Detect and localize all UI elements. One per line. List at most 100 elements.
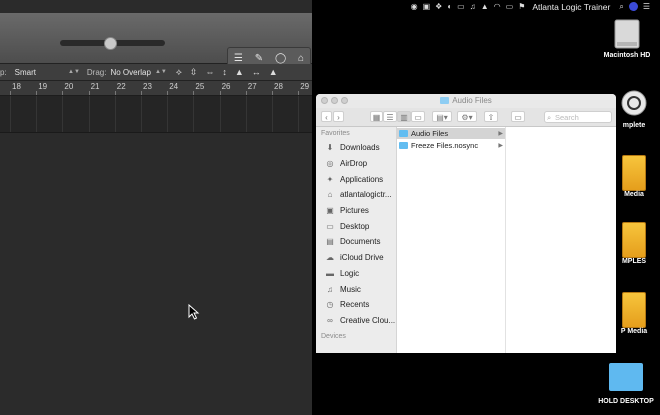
- finder-title-label: Audio Files: [452, 96, 492, 105]
- volume-icon: [621, 90, 647, 116]
- sidebar-item-label: Music: [340, 284, 361, 294]
- search-field[interactable]: ⌕ Search: [544, 111, 612, 123]
- desktop-item-hold-desktop[interactable]: HOLD DESKTOP: [594, 363, 658, 405]
- ruler-tick: [193, 91, 195, 95]
- user-badge-icon[interactable]: [628, 2, 638, 11]
- desktop-icon: ▭: [326, 221, 334, 231]
- airdrop-icon: ◎: [326, 159, 334, 169]
- sidebar-item[interactable]: ⬇ Downloads: [316, 140, 396, 156]
- ruler-tick: [62, 91, 64, 95]
- sidebar-item[interactable]: ✦ Applications: [316, 171, 396, 187]
- vertical-arrow-icon[interactable]: ↕: [222, 67, 227, 77]
- finder-sidebar: Favorites ⬇ Downloads ◎ AirDrop ✦ Application…: [316, 127, 397, 353]
- wifi-icon[interactable]: ◠: [494, 2, 501, 12]
- finder-window: Audio Files ‹ › ▦ ☰ ▥ ▭ ▤▾ ⚙▾ ⇧ ▭ ⌕ Sear…: [316, 94, 616, 353]
- creative-cloud-icon: ∞: [327, 315, 333, 325]
- snap-value[interactable]: Smart: [15, 68, 36, 77]
- search-icon[interactable]: ⌕: [619, 2, 623, 12]
- master-volume-knob[interactable]: [104, 37, 117, 50]
- screen-icon[interactable]: ▣: [423, 2, 431, 12]
- search-placeholder: Search: [555, 113, 579, 122]
- sidebar-item[interactable]: ∞ Creative Clou...: [316, 313, 396, 329]
- sidebar-item[interactable]: ⌂ atlantalogictr...: [316, 187, 396, 203]
- column-item-label: Freeze Files.nosync: [411, 141, 479, 150]
- list-icon[interactable]: ☰: [643, 2, 650, 12]
- sidebar-item-label: AirDrop: [340, 159, 368, 169]
- ruler-tick: [36, 91, 38, 95]
- sidebar-item[interactable]: ▬ Logic: [316, 266, 396, 282]
- desktop-item-macintosh-hd[interactable]: Macintosh HD: [597, 18, 657, 59]
- waveform-zoom-icon[interactable]: ⟡: [176, 67, 182, 78]
- back-button[interactable]: ‹: [321, 111, 332, 122]
- drag-chevron-icon[interactable]: ▲▼: [155, 69, 167, 75]
- bar-gridline: [298, 96, 300, 132]
- external-drive-icon: [622, 292, 646, 328]
- snap-chevron-icon[interactable]: ▲▼: [68, 69, 80, 75]
- ruler-bar-number: 28: [274, 82, 283, 91]
- dropbox-icon[interactable]: ❖: [435, 2, 442, 12]
- vertical-zoom-slider-icon[interactable]: ▲: [235, 67, 244, 77]
- tag-button[interactable]: ▭: [511, 111, 525, 122]
- timeline-ruler[interactable]: 18 19 20 21 22 23 24 25 26 27 28 29: [0, 81, 312, 96]
- folder-icon: [440, 97, 450, 104]
- flag-icon[interactable]: ⚑: [518, 2, 525, 12]
- documents-icon: ▤: [326, 237, 334, 247]
- note-pad-icon[interactable]: ✎: [255, 53, 263, 64]
- desktop-item-label: Macintosh HD: [603, 52, 651, 59]
- finder-title-bar[interactable]: Audio Files: [316, 94, 616, 108]
- sidebar-item-label: Pictures: [340, 206, 369, 216]
- vertical-zoom-icon[interactable]: ⇳: [190, 67, 198, 78]
- bar-gridline: [272, 96, 273, 132]
- sidebar-item[interactable]: ▤ Documents: [316, 234, 396, 250]
- battery-icon[interactable]: ▭: [506, 2, 514, 12]
- ruler-bar-number: 21: [90, 82, 100, 91]
- recents-icon: ◷: [326, 300, 334, 310]
- share-button[interactable]: ⇧: [484, 111, 498, 122]
- menu-bar: ◉ ▣ ❖ ◐ ▭ ♫ ▲ ◠ ▭ ⚑ Atlanta Logic Traine…: [312, 0, 660, 13]
- ruler-tick: [88, 91, 90, 95]
- gallery-view-button[interactable]: ▭: [411, 111, 425, 122]
- ruler-bar-number: 29: [300, 82, 310, 91]
- display-icon[interactable]: ▭: [457, 2, 465, 12]
- screen-record-icon[interactable]: ◉: [411, 2, 418, 12]
- drag-value[interactable]: No Overlap: [110, 68, 150, 77]
- track-lane[interactable]: [0, 96, 312, 133]
- audio-icon[interactable]: ♫: [470, 2, 476, 12]
- ruler-tick: [167, 91, 169, 95]
- column-item[interactable]: Audio Files ▶: [397, 128, 505, 139]
- external-drive-icon: [622, 222, 646, 258]
- ruler-tick: [114, 91, 116, 95]
- loop-browser-icon[interactable]: ◯: [275, 53, 286, 64]
- airplay-icon[interactable]: ▲: [481, 2, 489, 12]
- logic-control-bar: ☰ ✎ ◯ ⌂: [0, 13, 312, 69]
- horizontal-arrow-icon[interactable]: ↔: [252, 67, 261, 77]
- music-icon: ♫: [327, 284, 333, 294]
- user-name-menu[interactable]: Atlanta Logic Trainer: [532, 2, 610, 12]
- sidebar-item-label: Downloads: [340, 143, 380, 153]
- sidebar-item[interactable]: ◎ AirDrop: [316, 156, 396, 172]
- hard-drive-icon: [614, 19, 640, 49]
- group-button[interactable]: ▤▾: [432, 111, 452, 122]
- ruler-bar-number: 24: [169, 82, 179, 91]
- sidebar-item[interactable]: ▭ Desktop: [316, 218, 396, 234]
- sidebar-item[interactable]: ▣ Pictures: [316, 203, 396, 219]
- circle-logo-icon[interactable]: ◐: [447, 2, 452, 12]
- horizontal-fit-icon[interactable]: ⇔: [205, 67, 214, 77]
- sidebar-item[interactable]: ◷ Recents: [316, 297, 396, 313]
- sidebar-item[interactable]: ♫ Music: [316, 281, 396, 297]
- applications-icon: ✦: [326, 174, 334, 184]
- column-view-button[interactable]: ▥: [397, 111, 411, 122]
- snap-label: p:: [0, 67, 7, 77]
- column-item[interactable]: Freeze Files.nosync ▶: [397, 140, 505, 151]
- list-view-button[interactable]: ☰: [383, 111, 397, 122]
- icon-view-button[interactable]: ▦: [370, 111, 383, 122]
- list-editors-icon[interactable]: ☰: [234, 53, 243, 64]
- bar-gridline: [36, 96, 38, 132]
- action-gear-button[interactable]: ⚙▾: [457, 111, 477, 122]
- sidebar-item[interactable]: ☁ iCloud Drive: [316, 250, 396, 266]
- ruler-tick: [10, 91, 11, 95]
- favorites-header: Favorites: [321, 130, 350, 137]
- forward-button[interactable]: ›: [333, 111, 344, 122]
- horizontal-zoom-slider-icon[interactable]: ▲: [269, 67, 278, 77]
- browser-icon[interactable]: ⌂: [298, 53, 304, 64]
